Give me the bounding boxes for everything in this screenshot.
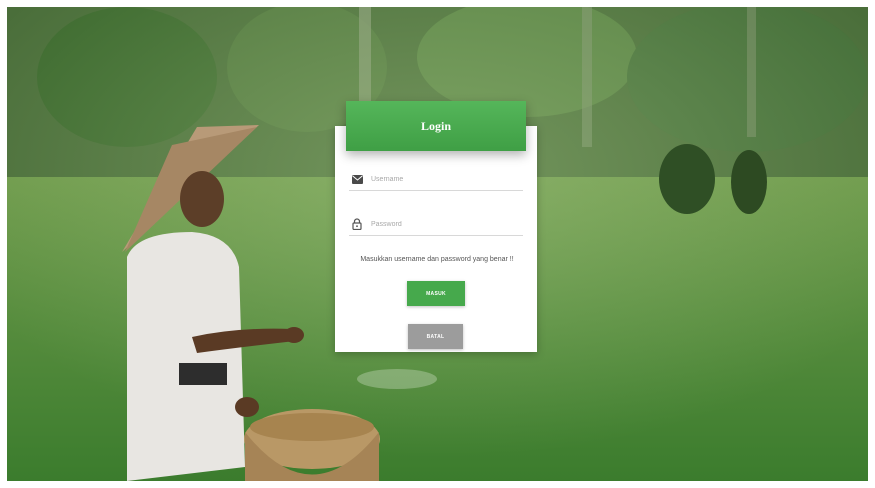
lock-icon — [349, 216, 365, 232]
username-input[interactable] — [371, 175, 511, 183]
password-input[interactable] — [371, 220, 511, 228]
password-field[interactable] — [349, 213, 523, 236]
username-field[interactable] — [349, 168, 523, 191]
login-hint-message: Masukkan username dan password yang bena… — [360, 256, 514, 263]
login-title: Login — [420, 118, 451, 133]
cancel-button[interactable]: BATAL — [408, 324, 463, 349]
login-header: Login — [346, 101, 526, 151]
envelope-icon — [349, 171, 365, 187]
login-button[interactable]: MASUK — [407, 281, 465, 306]
login-card — [335, 126, 537, 352]
